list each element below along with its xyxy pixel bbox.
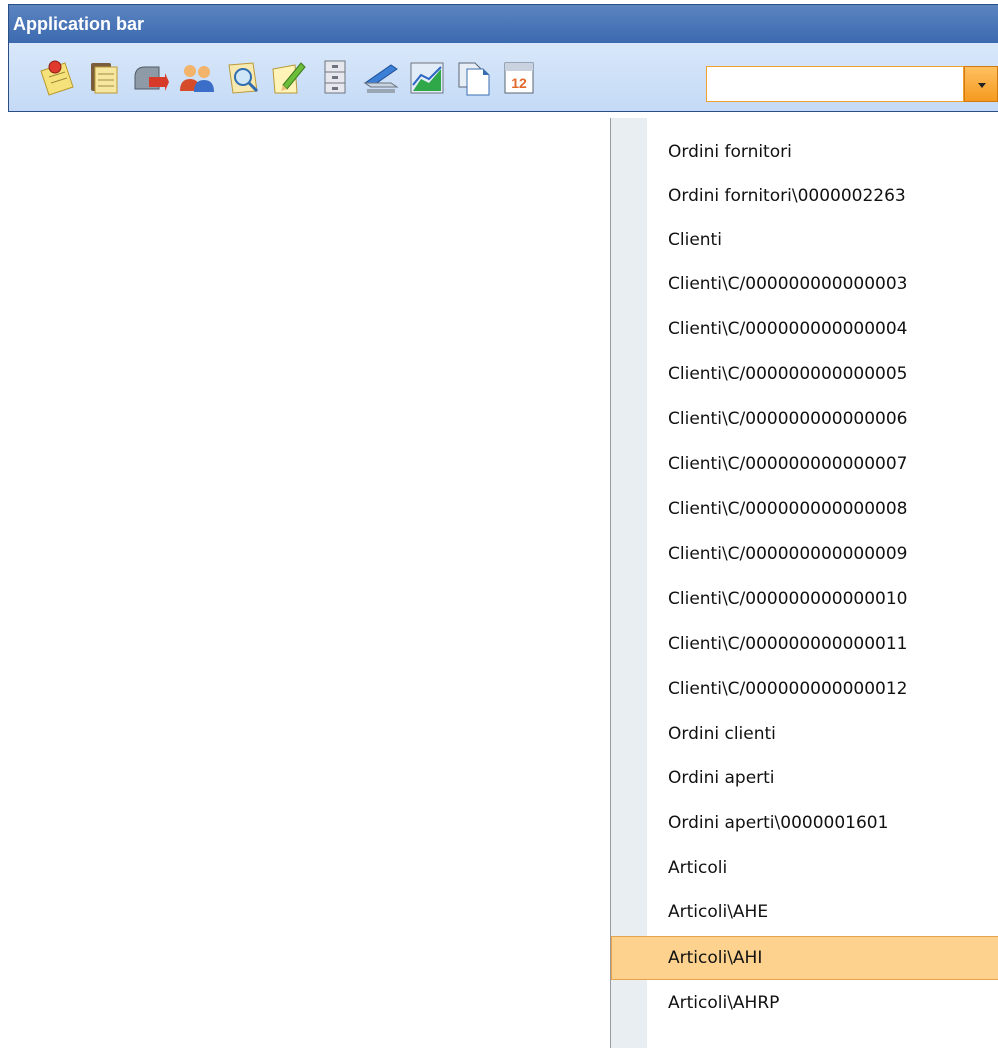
dropdown-item-label: Clienti\C/000000000000010 [668,589,908,609]
dropdown-item-label: Articoli\AHE [668,902,769,922]
dropdown-item[interactable]: Ordini fornitori\0000002263 [611,174,998,218]
dropdown-item[interactable]: Clienti\C/000000000000010 [611,577,998,621]
dropdown-item-label: Ordini clienti [668,724,776,744]
dropdown-item-label: Articoli\AHRP [668,993,780,1013]
dropdown-item-selected[interactable]: Articoli\AHI [611,936,998,980]
dropdown-item[interactable]: Clienti\C/000000000000008 [611,487,998,531]
dropdown-item-label: Clienti\C/000000000000003 [668,274,908,294]
dropdown-item[interactable]: Articoli\AHE [611,890,998,934]
edit-pencil-icon[interactable] [269,57,309,97]
dropdown-item-label: Clienti\C/000000000000012 [668,679,908,699]
dropdown-item-label: Clienti\C/000000000000009 [668,544,908,564]
dropdown-item-label: Clienti\C/000000000000004 [668,319,908,339]
dropdown-toggle-button[interactable] [964,66,998,102]
dropdown-item[interactable]: Clienti\C/000000000000006 [611,397,998,441]
dropdown-item[interactable]: Clienti\C/000000000000005 [611,352,998,396]
clipboard-icon[interactable] [83,57,123,97]
dropdown-item[interactable]: Clienti\C/000000000000011 [611,622,998,666]
dropdown-item[interactable]: Ordini aperti [611,756,998,800]
dropdown-item[interactable]: Articoli [611,846,998,890]
calendar-icon[interactable]: 12 [499,57,539,97]
dropdown-item[interactable]: Ordini fornitori [611,130,998,174]
dropdown-item[interactable]: Clienti\C/000000000000004 [611,307,998,351]
dropdown-item-label: Clienti\C/000000000000008 [668,499,908,519]
dropdown-item[interactable]: Clienti\C/000000000000003 [611,262,998,306]
dropdown-item[interactable]: Clienti\C/000000000000012 [611,667,998,711]
dropdown-item-label: Ordini aperti\0000001601 [668,813,889,833]
chart-icon[interactable] [407,57,447,97]
calendar-day-text: 12 [511,75,527,91]
dropdown-item[interactable]: Ordini clienti [611,712,998,756]
dropdown-item-label: Clienti\C/000000000000011 [668,634,908,654]
documents-icon[interactable] [453,57,493,97]
note-pin-icon[interactable] [37,57,77,97]
scanner-icon[interactable] [361,57,401,97]
application-bar-title: Application bar [9,5,998,43]
search-combobox[interactable] [706,66,998,102]
mailbox-icon[interactable] [131,57,171,97]
file-cabinet-icon[interactable] [315,57,355,97]
dropdown-item[interactable]: Clienti\C/000000000000007 [611,442,998,486]
search-input[interactable] [706,66,964,102]
dropdown-item-label: Ordini aperti [668,768,775,788]
dropdown-item[interactable]: Ordini aperti\0000001601 [611,801,998,845]
dropdown-item-label: Ordini fornitori\0000002263 [668,186,906,206]
dropdown-item[interactable]: Articoli\AHRP [611,981,998,1025]
dropdown-item-label: Ordini fornitori [668,142,792,162]
dropdown-item[interactable]: Clienti\C/000000000000009 [611,532,998,576]
dropdown-item-label: Clienti [668,230,722,250]
dropdown-item[interactable]: Clienti [611,218,998,262]
chevron-down-icon [978,83,986,88]
dropdown-item-label: Clienti\C/000000000000007 [668,454,908,474]
search-document-icon[interactable] [223,57,263,97]
dropdown-item-label: Articoli [668,858,728,878]
dropdown-item-label: Clienti\C/000000000000005 [668,364,908,384]
dropdown-item-label: Clienti\C/000000000000006 [668,409,908,429]
dropdown-list[interactable]: Ordini fornitori Ordini fornitori\0000002… [610,118,998,1048]
users-icon[interactable] [177,57,217,97]
dropdown-item-label: Articoli\AHI [668,948,763,968]
